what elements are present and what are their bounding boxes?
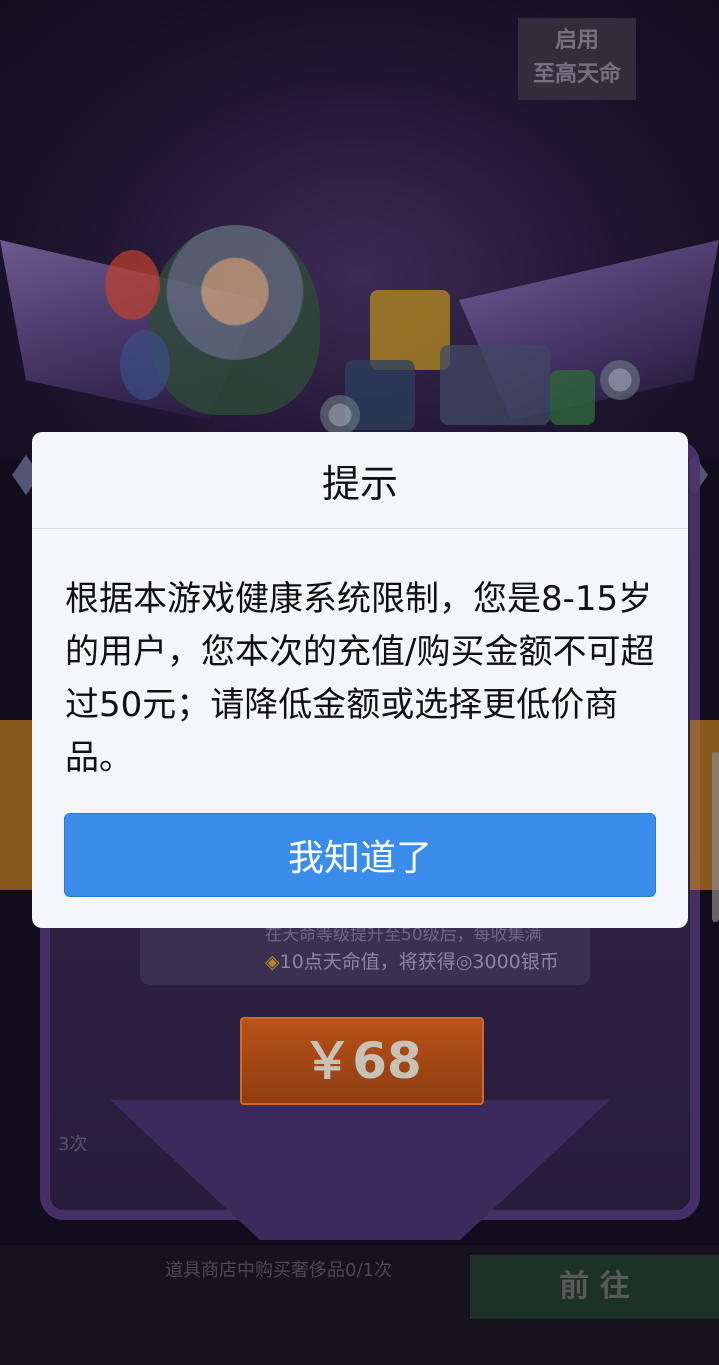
scroll-edge [712,752,719,922]
dialog-message: 根据本游戏健康系统限制，您是8-15岁的用户，您本次的充值/购买金额不可超过50… [65,579,655,778]
silver-coin-icon: ◎ [455,951,473,973]
hero-character-art [150,225,320,415]
reward-info-suffix: 3000银币 [472,951,559,973]
age-limit-dialog: 提示 根据本游戏健康系统限制，您是8-15岁的用户，您本次的充值/购买金额不可超… [32,432,688,928]
task-text: 道具商店中购买奢侈品0/1次 [165,1260,392,1281]
dialog-header: 提示 [32,432,688,529]
fate-point-icon: ◈ [265,951,280,973]
fate-badge-line1: 启用 [554,28,599,53]
reward-info-line2: ◈10点天命值，将获得◎3000银币 [265,947,559,974]
silver-coin-art [600,360,640,400]
reward-info-prefix: 10点天命值，将获得 [279,951,456,973]
treasure-chest-art [550,370,595,425]
treasure-chest-art [440,345,550,425]
treasure-chest-art [370,290,450,370]
times-tag: 3次 [58,1134,88,1155]
silver-coin-art [320,395,360,435]
dialog-title: 提示 [321,461,398,506]
card-edge-art [0,720,32,890]
go-button[interactable]: 前 往 [470,1255,719,1319]
price-button[interactable]: ￥68 [240,1017,484,1105]
confirm-button[interactable]: 我知道了 [64,813,656,897]
fate-badge: 启用 至高天命 [518,18,636,100]
fate-badge-line2: 至高天命 [532,62,621,87]
mini-character-art [105,250,160,320]
mini-character-art [120,330,170,400]
